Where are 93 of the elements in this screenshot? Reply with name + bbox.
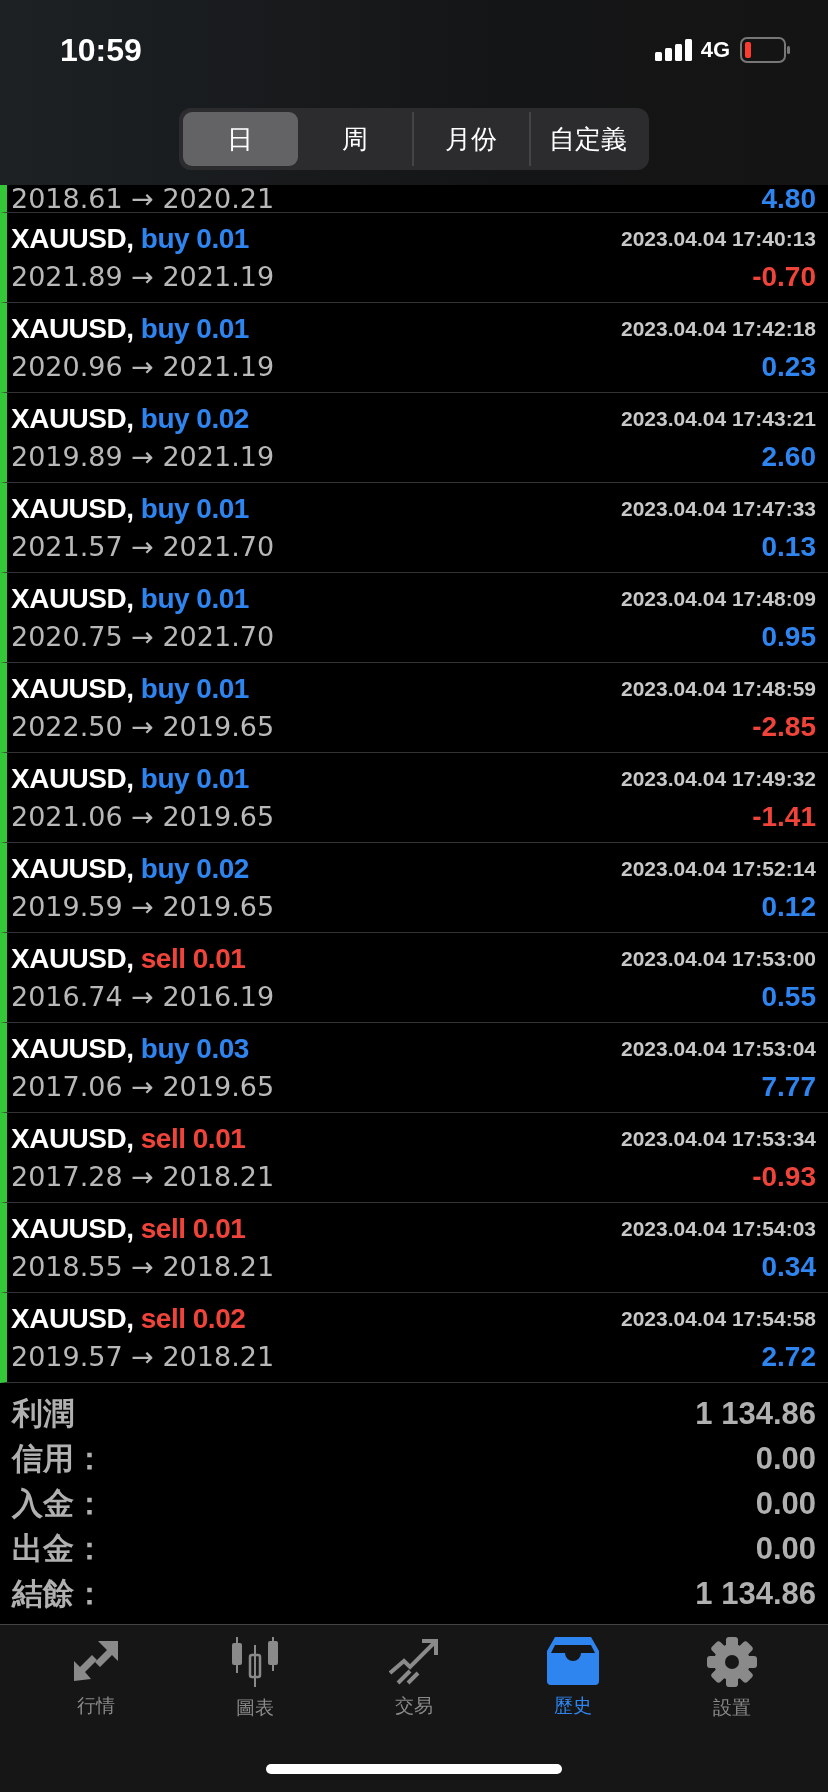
trade-profit: 0.55 — [761, 980, 816, 1013]
trade-row[interactable]: XAUUSD, buy 0.01 2023.04.04 17:42:18 2020.96 → 2021.19 0.23 — [0, 303, 828, 393]
trade-profit: 4.80 — [761, 185, 816, 212]
trade-profit: -2.85 — [752, 710, 816, 743]
trade-row[interactable]: XAUUSD, buy 0.01 2023.04.04 17:47:33 2021.57 → 2021.70 0.13 — [0, 483, 828, 573]
trade-title: XAUUSD, sell 0.02 — [11, 1302, 246, 1335]
trade-time: 2023.04.04 17:48:59 — [621, 676, 816, 701]
trade-time: 2023.04.04 17:52:14 — [621, 856, 816, 881]
trade-title: XAUUSD, buy 0.02 — [11, 402, 249, 435]
price-range: 2021.57 → 2021.70 — [11, 531, 275, 562]
summary-value: 1 134.86 — [695, 1575, 816, 1612]
trade-title: XAUUSD, buy 0.01 — [11, 762, 249, 795]
summary-label: 出金： — [12, 1529, 105, 1568]
trade-row[interactable]: XAUUSD, sell 0.02 2023.04.04 17:54:58 2019.57 → 2018.21 2.72 — [0, 1293, 828, 1383]
trade-time: 2023.04.04 17:54:58 — [621, 1306, 816, 1331]
trade-time: 2023.04.04 17:49:32 — [621, 766, 816, 791]
price-range: 2019.57 → 2018.21 — [11, 1341, 275, 1372]
trade-time: 2023.04.04 17:48:09 — [621, 586, 816, 611]
trade-title: XAUUSD, sell 0.01 — [11, 942, 246, 975]
trade-profit: 0.34 — [761, 1250, 816, 1283]
nav-tab[interactable]: 歷史 — [513, 1637, 634, 1719]
trade-row[interactable]: XAUUSD, buy 0.02 2023.04.04 17:43:21 2019.89 → 2021.19 2.60 — [0, 393, 828, 483]
price-range: 2020.75 → 2021.70 — [11, 621, 275, 652]
trade-title: XAUUSD, buy 0.01 — [11, 312, 249, 345]
price-range: 2018.61 → 2020.21 — [11, 185, 275, 212]
trade-time: 2023.04.04 17:53:34 — [621, 1126, 816, 1151]
trade-row[interactable]: XAUUSD, buy 0.01 2023.04.04 17:48:09 2020.75 → 2021.70 0.95 — [0, 573, 828, 663]
trade-title: XAUUSD, buy 0.01 — [11, 492, 249, 525]
trade-profit: 0.13 — [761, 530, 816, 563]
trade-time: 2023.04.04 17:42:18 — [621, 316, 816, 341]
trade-profit: 0.95 — [761, 620, 816, 653]
summary-value: 0.00 — [755, 1440, 816, 1477]
trade-row[interactable]: XAUUSD, sell 0.01 2023.04.04 17:53:00 2016.74 → 2016.19 0.55 — [0, 933, 828, 1023]
period-tab[interactable]: 月份 — [412, 112, 529, 166]
trade-title: XAUUSD, buy 0.01 — [11, 222, 249, 255]
nav-tab[interactable]: 交易 — [353, 1637, 474, 1719]
trade-time: 2023.04.04 17:40:13 — [621, 226, 816, 251]
status-time: 10:59 — [60, 31, 142, 69]
trade-profit: 2.60 — [761, 440, 816, 473]
trade-profit: 7.77 — [761, 1070, 816, 1103]
trade-row[interactable]: XAUUSD, sell 0.01 2023.04.04 17:53:34 2017.28 → 2018.21 -0.93 — [0, 1113, 828, 1203]
trade-title: XAUUSD, sell 0.01 — [11, 1122, 246, 1155]
trade-time: 2023.04.04 17:43:21 — [621, 406, 816, 431]
price-range: 2018.55 → 2018.21 — [11, 1251, 275, 1282]
trade-time: 2023.04.04 17:47:33 — [621, 496, 816, 521]
summary-label: 利潤 — [12, 1394, 74, 1433]
trade-row[interactable]: XAUUSD, buy 0.03 2023.04.04 17:53:04 2017.06 → 2019.65 7.77 — [0, 1023, 828, 1113]
battery-icon — [740, 37, 790, 63]
summary-value: 0.00 — [755, 1530, 816, 1567]
trade-title: XAUUSD, buy 0.01 — [11, 672, 249, 705]
summary-value: 1 134.86 — [695, 1395, 816, 1432]
nav-tab[interactable]: 行情 — [35, 1637, 156, 1719]
period-tab[interactable]: 周 — [297, 112, 412, 166]
summary-label: 信用： — [12, 1439, 105, 1478]
price-range: 2021.89 → 2021.19 — [11, 261, 275, 292]
price-range: 2019.89 → 2021.19 — [11, 441, 275, 472]
trade-profit: 0.12 — [761, 890, 816, 923]
price-range: 2017.28 → 2018.21 — [11, 1161, 275, 1192]
trade-row[interactable]: XAUUSD, buy 0.01 2023.04.04 17:40:13 2021.89 → 2021.19 -0.70 — [0, 213, 828, 303]
trade-profit: -0.93 — [752, 1160, 816, 1193]
trade-title: XAUUSD, buy 0.01 — [11, 582, 249, 615]
price-range: 2022.50 → 2019.65 — [11, 711, 275, 742]
price-range: 2016.74 → 2016.19 — [11, 981, 275, 1012]
trade-row[interactable]: XAUUSD, buy 0.02 2023.04.04 17:52:14 2019.59 → 2019.65 0.12 — [0, 843, 828, 933]
trade-profit: -0.70 — [752, 260, 816, 293]
price-range: 2019.59 → 2019.65 — [11, 891, 275, 922]
period-tab[interactable]: 日 — [183, 112, 298, 166]
trade-row[interactable]: XAUUSD, buy 0.01 2023.04.04 17:49:32 2021.06 → 2019.65 -1.41 — [0, 753, 828, 843]
trade-title: XAUUSD, sell 0.01 — [11, 1212, 246, 1245]
period-tab[interactable]: 自定義 — [528, 112, 645, 166]
summary-label: 結餘： — [12, 1574, 105, 1613]
trend-arrow-icon — [387, 1637, 440, 1685]
nav-tab[interactable]: 圖表 — [194, 1637, 315, 1721]
trade-profit: 0.23 — [761, 350, 816, 383]
summary-value: 0.00 — [755, 1485, 816, 1522]
nav-tab[interactable]: 設置 — [672, 1637, 793, 1721]
trade-row[interactable]: XAUUSD, sell 0.01 2023.04.04 17:54:03 2018.55 → 2018.21 0.34 — [0, 1203, 828, 1293]
trade-time: 2023.04.04 17:53:04 — [621, 1036, 816, 1061]
network-label: 4G — [700, 37, 730, 63]
trade-time: 2023.04.04 17:54:03 — [621, 1216, 816, 1241]
price-range: 2017.06 → 2019.65 — [11, 1071, 275, 1102]
trade-row[interactable]: XAUUSD, buy 0.01 2023.04.04 17:48:59 2022.50 → 2019.65 -2.85 — [0, 663, 828, 753]
price-range: 2020.96 → 2021.19 — [11, 351, 275, 382]
trade-title: XAUUSD, buy 0.03 — [11, 1032, 249, 1065]
inbox-icon — [547, 1637, 600, 1685]
trade-time: 2023.04.04 17:53:00 — [621, 946, 816, 971]
trade-profit: 2.72 — [761, 1340, 816, 1373]
trade-title: XAUUSD, buy 0.02 — [11, 852, 249, 885]
summary-label: 入金： — [12, 1484, 105, 1523]
settings-icon — [707, 1637, 758, 1687]
trade-profit: -1.41 — [752, 800, 816, 833]
signal-icon — [654, 39, 693, 61]
price-range: 2021.06 → 2019.65 — [11, 801, 275, 832]
